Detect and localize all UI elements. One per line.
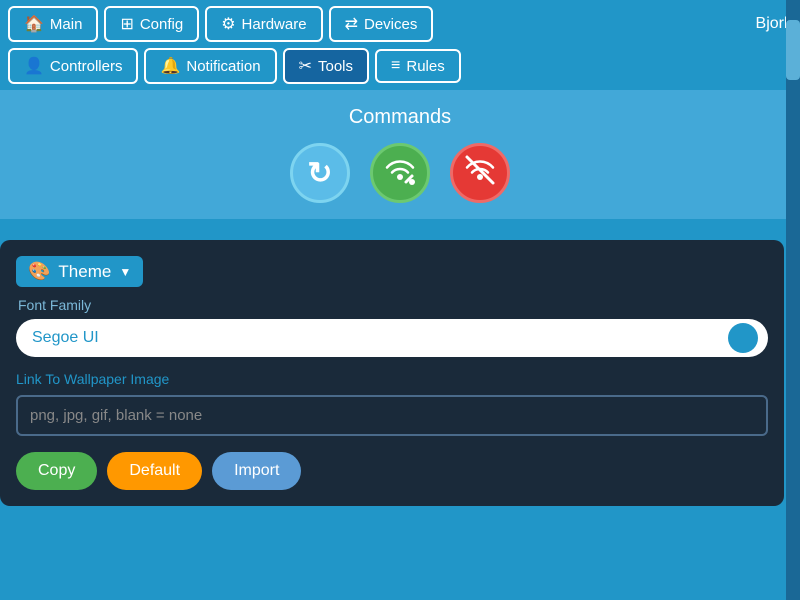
wifi-off-button[interactable] [450, 143, 510, 203]
theme-panel: 🎨 Theme ▼ Font Family Link To Wallpaper … [0, 240, 784, 506]
commands-area: Commands ↻ [0, 90, 800, 219]
devices-icon: ⇄ [345, 14, 358, 34]
top-nav-row2: 👤 Controllers 🔔 Notification ✂ Tools ≡ R… [0, 48, 800, 90]
tab-hardware-label: Hardware [242, 16, 307, 33]
copy-button[interactable]: Copy [16, 452, 97, 490]
theme-dropdown-button[interactable]: 🎨 Theme ▼ [16, 256, 143, 287]
tab-notification-label: Notification [186, 58, 260, 75]
tab-config-label: Config [140, 16, 183, 33]
tab-config[interactable]: ⊞ Config [104, 6, 199, 42]
reload-button[interactable]: ↻ [290, 143, 350, 203]
commands-title: Commands [16, 106, 784, 129]
tab-devices[interactable]: ⇄ Devices [329, 6, 434, 42]
reload-icon: ↻ [307, 156, 332, 191]
tab-hardware[interactable]: ⚙ Hardware [205, 6, 322, 42]
scrollbar-thumb[interactable] [786, 20, 800, 80]
tab-main[interactable]: 🏠 Main [8, 6, 98, 42]
home-icon: 🏠 [24, 14, 44, 34]
controllers-icon: 👤 [24, 56, 44, 76]
scrollbar[interactable] [786, 0, 800, 600]
commands-icons: ↻ [16, 143, 784, 203]
tab-notification[interactable]: 🔔 Notification [144, 48, 276, 84]
wallpaper-label: Link To Wallpaper Image [16, 371, 768, 387]
config-icon: ⊞ [120, 14, 133, 34]
palette-icon: 🎨 [28, 261, 50, 282]
tab-rules-label: Rules [406, 58, 444, 75]
wallpaper-input[interactable] [16, 395, 768, 436]
chevron-down-icon: ▼ [119, 265, 131, 279]
tab-main-label: Main [50, 16, 83, 33]
tab-controllers-label: Controllers [50, 58, 123, 75]
top-nav-row1: 🏠 Main ⊞ Config ⚙ Hardware ⇄ Devices Bjo… [0, 0, 800, 48]
wifi-off-icon [462, 152, 498, 194]
default-button[interactable]: Default [107, 452, 202, 490]
hardware-icon: ⚙ [221, 14, 235, 34]
tab-tools-label: Tools [318, 58, 353, 75]
tab-tools[interactable]: ✂ Tools [283, 48, 369, 84]
tools-icon: ✂ [299, 56, 312, 76]
font-family-label: Font Family [16, 297, 768, 313]
tab-controllers[interactable]: 👤 Controllers [8, 48, 138, 84]
wifi-on-button[interactable] [370, 143, 430, 203]
theme-label: Theme [58, 262, 111, 282]
action-buttons: Copy Default Import [16, 452, 768, 490]
font-family-input[interactable] [32, 329, 728, 347]
font-circle-button[interactable] [728, 323, 758, 353]
notification-icon: 🔔 [160, 56, 180, 76]
import-button[interactable]: Import [212, 452, 301, 490]
tab-rules[interactable]: ≡ Rules [375, 49, 461, 83]
font-family-input-row [16, 319, 768, 357]
tab-devices-label: Devices [364, 16, 417, 33]
rules-icon: ≡ [391, 57, 400, 75]
wifi-on-icon [382, 152, 418, 194]
